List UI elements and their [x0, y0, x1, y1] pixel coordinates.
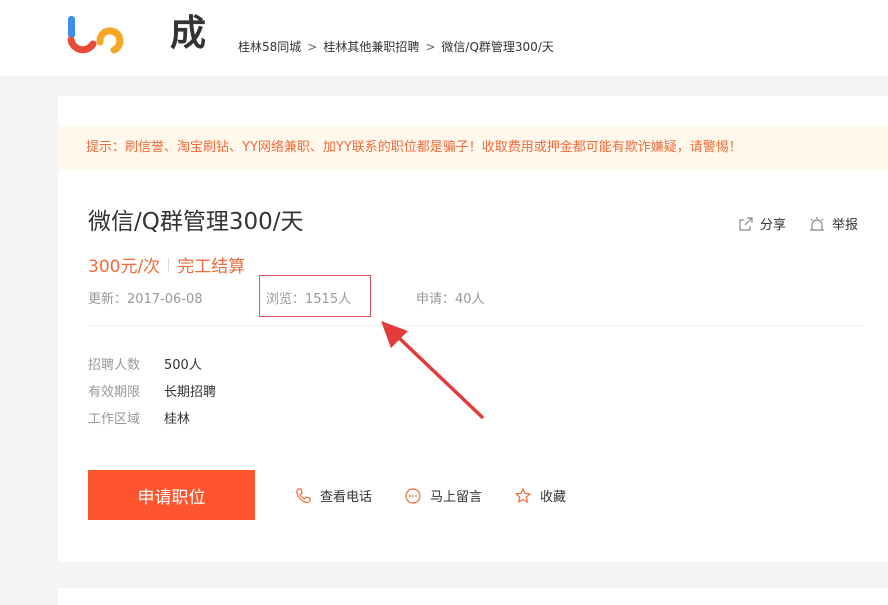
leave-message-label: 马上留言	[430, 490, 483, 505]
job-info-list: 招聘人数 500人 有效期限 长期招聘 工作区域 桂林	[88, 350, 216, 431]
report-label: 举报	[831, 218, 858, 233]
logo-text: 成	[170, 13, 207, 54]
share-button[interactable]: 分享	[738, 214, 786, 233]
top-bar: 成 桂林58同城 > 桂林其他兼职招聘 > 微信/Q群管理300/天	[0, 0, 888, 76]
view-phone-button[interactable]: 查看电话	[294, 486, 372, 505]
top-actions: 分享 举报	[738, 214, 858, 233]
job-title: 微信/Q群管理300/天	[88, 209, 304, 235]
share-icon	[739, 216, 753, 231]
info-row-validity: 有效期限 长期招聘	[88, 377, 216, 404]
site-logo[interactable]: 成	[66, 12, 211, 56]
info-label: 工作区域	[88, 412, 141, 427]
info-row-area: 工作区域 桂林	[88, 404, 216, 431]
share-label: 分享	[759, 218, 786, 233]
breadcrumb-city[interactable]: 桂林58同城	[238, 40, 301, 54]
salary-value: 300元/次	[88, 257, 161, 277]
breadcrumb-separator: >	[307, 40, 318, 54]
breadcrumb-separator: >	[425, 40, 436, 54]
view-count-highlight-box	[259, 275, 371, 317]
section-divider	[88, 325, 862, 326]
apply-job-button[interactable]: 申请职位	[88, 470, 255, 520]
breadcrumb-category[interactable]: 桂林其他兼职招聘	[323, 40, 419, 54]
leave-message-button[interactable]: 马上留言	[404, 486, 482, 505]
favorite-button[interactable]: 收藏	[514, 486, 566, 505]
salary-line: 300元/次 完工结算	[88, 252, 245, 277]
info-label: 有效期限	[88, 385, 141, 400]
logo-mark-icon	[67, 16, 135, 54]
breadcrumb: 桂林58同城 > 桂林其他兼职招聘 > 微信/Q群管理300/天	[238, 38, 554, 55]
info-value: 长期招聘	[164, 385, 217, 400]
next-section-card	[58, 588, 888, 605]
alarm-icon	[809, 216, 824, 231]
job-detail-card: 提示：刷信誉、淘宝刷钻、YY网络兼职、加YY联系的职位都是骗子！收取费用或押金都…	[58, 96, 888, 562]
favorite-label: 收藏	[540, 490, 567, 505]
breadcrumb-current: 微信/Q群管理300/天	[441, 40, 554, 54]
info-value: 500人	[164, 358, 202, 373]
phone-icon	[296, 487, 311, 503]
bottom-actions: 查看电话 马上留言 收藏	[294, 486, 598, 505]
info-label: 招聘人数	[88, 358, 141, 373]
chat-bubble-icon	[405, 487, 421, 504]
fraud-warning-banner: 提示：刷信誉、淘宝刷钻、YY网络兼职、加YY联系的职位都是骗子！收取费用或押金都…	[58, 126, 888, 170]
settlement-type: 完工结算	[177, 257, 246, 277]
info-row-headcount: 招聘人数 500人	[88, 350, 216, 377]
star-icon	[515, 487, 531, 503]
update-date: 更新：2017-06-08	[88, 292, 203, 307]
salary-divider	[168, 257, 170, 272]
application-count: 申请：40人	[416, 292, 485, 307]
view-phone-label: 查看电话	[320, 490, 373, 505]
info-value: 桂林	[164, 412, 191, 427]
report-button[interactable]: 举报	[808, 214, 858, 233]
